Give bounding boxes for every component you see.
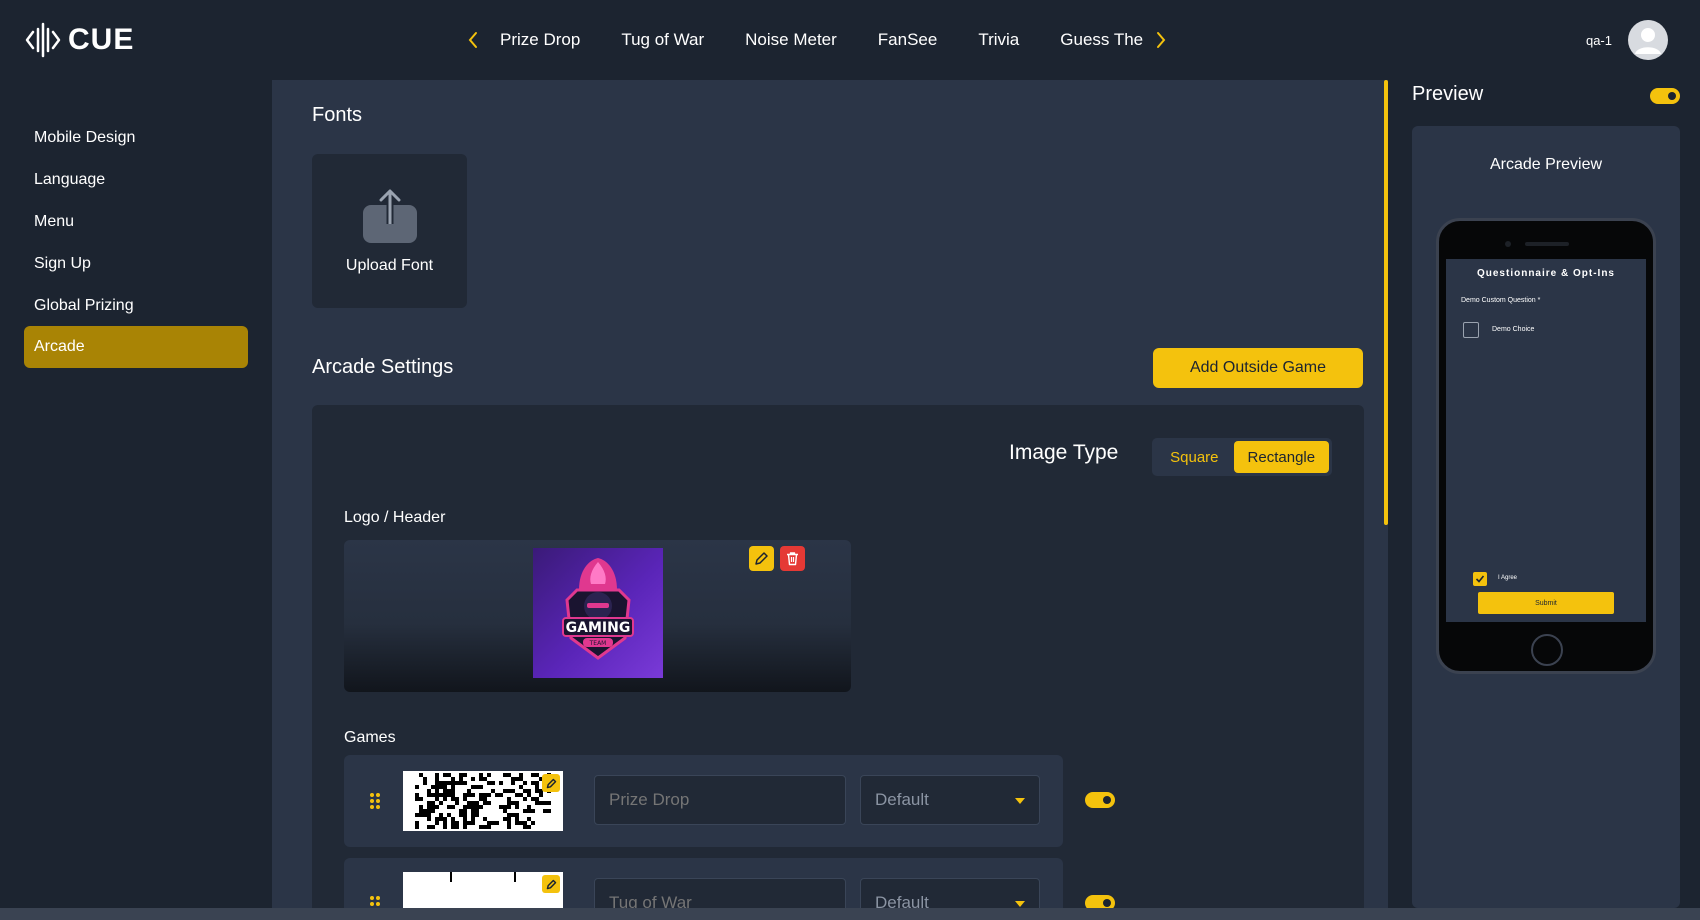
bottom-strip — [0, 908, 1700, 920]
speaker-icon — [1525, 242, 1569, 246]
svg-text:TEAM: TEAM — [589, 640, 607, 647]
logo-header-image: GAMING TEAM — [344, 540, 851, 692]
avatar[interactable] — [1628, 20, 1668, 60]
arcade-settings-panel: Image Type Square Rectangle Logo / Heade… — [312, 405, 1364, 908]
preview-toggle[interactable] — [1650, 88, 1680, 104]
game-row-prize-drop: Default — [344, 755, 1063, 847]
logo-header-label: Logo / Header — [344, 509, 446, 526]
chevron-left-icon — [468, 32, 477, 48]
gaming-team-logo: GAMING TEAM — [533, 548, 663, 678]
agree-checkbox[interactable] — [1473, 572, 1487, 586]
sidebar-item-menu[interactable]: Menu — [24, 201, 248, 243]
camera-icon — [1505, 241, 1511, 247]
agree-label: I Agree — [1498, 575, 1518, 581]
drag-handle-icon[interactable] — [368, 792, 382, 810]
gaming-team-logo-art: GAMING TEAM — [562, 558, 634, 660]
game-enabled-toggle[interactable] — [1085, 792, 1115, 808]
games-label: Games — [344, 729, 396, 746]
custom-question: Demo Custom Question * — [1461, 297, 1541, 304]
user-menu[interactable]: qa-1 — [1586, 20, 1668, 60]
sound-wave-icon — [25, 22, 61, 58]
sidebar-item-global-prizing[interactable]: Global Prizing — [24, 285, 248, 327]
nav-item-noise-meter[interactable]: Noise Meter — [745, 30, 837, 50]
user-name: qa-1 — [1585, 32, 1612, 48]
svg-text:GAMING: GAMING — [566, 620, 631, 636]
game-nav: Prize Drop Tug of War Noise Meter FanSee… — [460, 22, 1220, 58]
upload-font-button[interactable]: Upload Font — [312, 154, 467, 308]
nav-item-tug-of-war[interactable]: Tug of War — [621, 30, 704, 50]
nav-prev-button[interactable] — [460, 22, 486, 58]
trash-icon — [787, 552, 798, 566]
scrollbar-thumb[interactable] — [1384, 80, 1388, 525]
chevron-right-icon — [1157, 32, 1166, 48]
choice-checkbox[interactable] — [1463, 322, 1479, 338]
game-style-value: Default — [875, 893, 929, 908]
submit-button[interactable]: Submit — [1478, 592, 1614, 614]
game-thumbnail-qr — [403, 771, 563, 831]
qr-code-icon — [415, 773, 551, 829]
game-style-select[interactable]: Default — [860, 878, 1040, 908]
user-icon — [1635, 28, 1661, 54]
nav-item-guess-the-score[interactable]: Guess The Score — [1060, 30, 1144, 50]
logo-delete-button[interactable] — [780, 546, 805, 571]
image-type-label: Image Type — [1009, 441, 1119, 464]
arcade-preview-title: Arcade Preview — [1489, 156, 1603, 173]
game-style-select[interactable]: Default — [860, 775, 1040, 825]
pencil-icon — [546, 778, 556, 788]
phone-mockup: Questionnaire & Opt-Ins Demo Custom Ques… — [1436, 218, 1656, 674]
sidebar-item-language[interactable]: Language — [24, 159, 248, 201]
upload-font-label: Upload Font — [345, 257, 434, 274]
sidebar-item-sign-up[interactable]: Sign Up — [24, 243, 248, 285]
questionnaire-title: Questionnaire & Opt-Ins — [1476, 268, 1615, 279]
upload-icon — [362, 189, 417, 243]
main-content: Fonts Upload Font Arcade Settings Add Ou… — [272, 80, 1386, 908]
game-enabled-toggle[interactable] — [1085, 895, 1115, 908]
image-type-toggle: Square Rectangle — [1152, 438, 1332, 476]
nav-item-prize-drop[interactable]: Prize Drop — [500, 30, 580, 50]
add-outside-game-button[interactable]: Add Outside Game — [1153, 348, 1363, 388]
nav-next-button[interactable] — [1148, 22, 1174, 58]
brand-name: CUE — [68, 23, 135, 56]
preview-title: Preview — [1412, 83, 1484, 105]
logo-edit-button[interactable] — [749, 546, 774, 571]
choice-label: Demo Choice — [1492, 326, 1535, 333]
arcade-preview-card: Arcade Preview Questionnaire & Opt-Ins D… — [1412, 126, 1680, 908]
image-type-square-option[interactable]: Square — [1155, 441, 1234, 473]
thumbnail-edit-button[interactable] — [542, 774, 560, 792]
phone-screen: Questionnaire & Opt-Ins Demo Custom Ques… — [1446, 259, 1646, 622]
game-name-input[interactable] — [594, 878, 846, 908]
nav-item-trivia[interactable]: Trivia — [978, 30, 1019, 50]
drag-handle-icon[interactable] — [368, 895, 382, 908]
thumbnail-edit-button[interactable] — [542, 875, 560, 893]
pencil-icon — [755, 552, 768, 565]
game-nav-items: Prize Drop Tug of War Noise Meter FanSee… — [500, 30, 1144, 50]
brand-logo[interactable]: CUE — [24, 20, 134, 60]
game-thumbnail-tug — [403, 872, 563, 908]
caret-down-icon — [1015, 901, 1025, 907]
image-type-rectangle-option[interactable]: Rectangle — [1233, 441, 1329, 473]
caret-down-icon — [1015, 798, 1025, 804]
sidebar-item-arcade[interactable]: Arcade — [24, 326, 248, 368]
nav-item-fansee[interactable]: FanSee — [878, 30, 938, 50]
fonts-title: Fonts — [312, 104, 363, 126]
checkmark-icon — [1475, 575, 1485, 583]
pencil-icon — [546, 879, 556, 889]
game-row-tug-of-war: Default — [344, 858, 1063, 908]
home-button — [1531, 634, 1563, 666]
top-bar: CUE Prize Drop Tug of War Noise Meter Fa… — [0, 0, 1700, 80]
game-thumbnail-art — [450, 872, 516, 882]
sidebar: Mobile Design Language Menu Sign Up Glob… — [0, 80, 272, 908]
sidebar-item-mobile-design[interactable]: Mobile Design — [24, 117, 248, 159]
arcade-settings-title: Arcade Settings — [312, 356, 454, 378]
game-name-input[interactable] — [594, 775, 846, 825]
game-style-value: Default — [875, 790, 929, 809]
